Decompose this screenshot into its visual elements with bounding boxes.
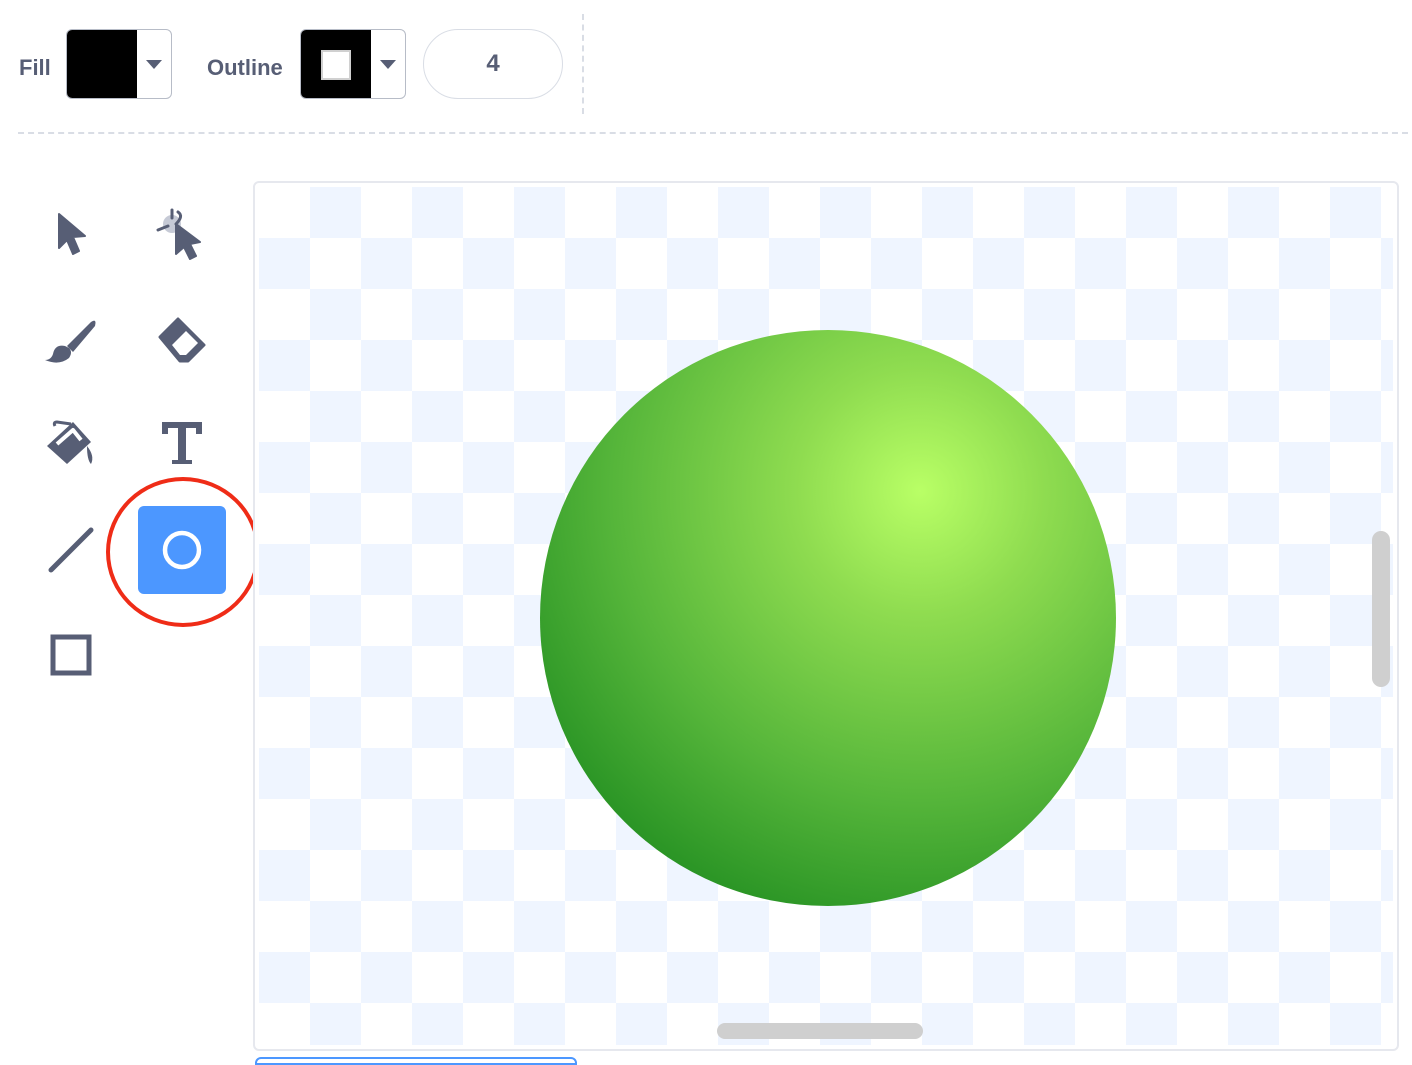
bottom-tab-edge[interactable] (255, 1057, 577, 1065)
fill-color-swatch[interactable] (67, 30, 137, 98)
select-tool-button[interactable] (27, 190, 115, 278)
eraser-icon (154, 315, 210, 365)
line-tool-button[interactable] (27, 506, 115, 594)
rectangle-icon (49, 633, 93, 677)
outline-width-input[interactable]: 4 (423, 29, 563, 99)
fill-label: Fill (19, 55, 51, 80)
reshape-tool-button[interactable] (138, 190, 226, 278)
paint-bucket-icon (43, 416, 99, 468)
vertical-scrollbar[interactable] (1372, 531, 1390, 687)
outline-color-swatch[interactable] (301, 30, 371, 98)
highlight-circle-annotation (106, 477, 260, 627)
fill-tool-button[interactable] (27, 398, 115, 486)
reshape-pointer-icon (154, 202, 210, 266)
outline-preview-icon (321, 50, 351, 80)
eraser-tool-button[interactable] (138, 296, 226, 384)
green-ball-shape[interactable] (540, 330, 1116, 906)
text-t-icon (158, 418, 206, 466)
chevron-down-icon[interactable] (137, 30, 171, 98)
horizontal-scrollbar[interactable] (717, 1023, 923, 1039)
rectangle-tool-button[interactable] (27, 611, 115, 699)
toolbar-divider (582, 14, 584, 114)
fill-color-picker[interactable] (66, 29, 172, 99)
drawing-canvas[interactable] (253, 181, 1399, 1051)
line-icon (45, 524, 97, 576)
brush-tool-button[interactable] (27, 296, 115, 384)
arrow-pointer-icon (51, 210, 91, 258)
text-tool-button[interactable] (138, 398, 226, 486)
paintbrush-icon (43, 316, 99, 364)
outline-label: Outline (207, 55, 283, 80)
outline-color-picker[interactable] (300, 29, 406, 99)
chevron-down-icon[interactable] (371, 30, 405, 98)
toolbar-separator (18, 132, 1408, 134)
